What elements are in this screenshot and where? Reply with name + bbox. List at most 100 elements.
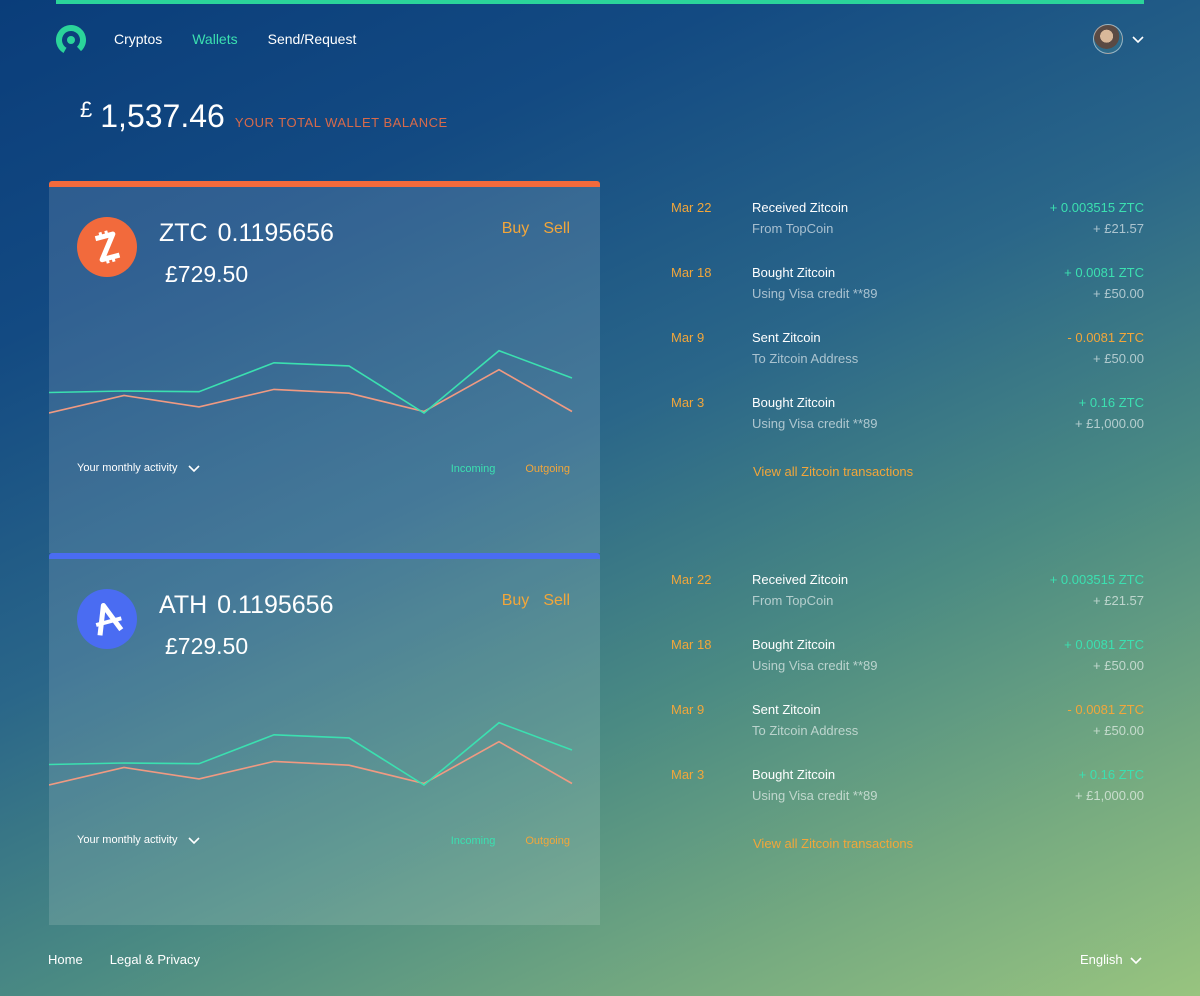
buy-button[interactable]: Buy — [502, 592, 530, 610]
tx-date: Mar 18 — [671, 265, 712, 280]
monthly-activity-dropdown[interactable]: Your monthly activity — [77, 461, 201, 475]
athcoin-icon — [77, 589, 137, 649]
zitcoin-icon — [77, 217, 137, 277]
top-accent-bar — [56, 0, 1144, 4]
wallet-ticker: ATH 0.1195656 — [159, 591, 333, 620]
tx-crypto-amount: + 0.0081 ZTC — [1064, 265, 1144, 280]
transaction-row[interactable]: Mar 18 Bought Zitcoin Using Visa credit … — [671, 636, 1144, 701]
tx-fiat-amount: + £50.00 — [1093, 351, 1144, 366]
tx-title: Received Zitcoin — [752, 200, 849, 215]
transaction-list: Mar 22 Received Zitcoin From TopCoin + 0… — [671, 199, 1144, 479]
tx-crypto-amount: + 0.16 ZTC — [1078, 767, 1144, 782]
user-menu[interactable] — [1093, 24, 1145, 54]
transaction-list: Mar 22 Received Zitcoin From TopCoin + 0… — [671, 571, 1144, 851]
balance-amount: 1,537.46 — [100, 98, 225, 134]
legend-incoming: Incoming — [450, 463, 496, 475]
activity-label: Your monthly activity — [77, 462, 178, 474]
tx-date: Mar 3 — [671, 767, 705, 782]
nav-cryptos[interactable]: Cryptos — [114, 31, 162, 47]
language-label: English — [1080, 952, 1123, 967]
tx-title: Sent Zitcoin — [752, 702, 821, 717]
transaction-row[interactable]: Mar 22 Received Zitcoin From TopCoin + 0… — [671, 571, 1144, 636]
wallet-card-ztc: ZTC 0.1195656 £729.50 Buy Sell Your month… — [49, 181, 600, 553]
tx-title: Bought Zitcoin — [752, 265, 836, 280]
transaction-row[interactable]: Mar 3 Bought Zitcoin Using Visa credit *… — [671, 394, 1144, 459]
chart-legend: Incoming Outgoing — [451, 835, 570, 847]
incoming-line — [49, 721, 573, 786]
wallet-symbol: ATH — [159, 591, 208, 619]
tx-fiat-amount: + £21.57 — [1093, 593, 1144, 608]
sell-button[interactable]: Sell — [543, 592, 570, 610]
avatar[interactable] — [1093, 24, 1123, 54]
main-nav: Cryptos Wallets Send/Request — [114, 31, 356, 47]
chevron-down-icon — [188, 465, 201, 473]
total-balance: £ 1,537.46 YOUR TOTAL WALLET BALANCE — [80, 97, 448, 135]
tx-subtitle: Using Visa credit **89 — [752, 658, 878, 673]
tx-crypto-amount: - 0.0081 ZTC — [1067, 702, 1144, 717]
wallet-card-ath: ATH 0.1195656 £729.50 Buy Sell Your month… — [49, 553, 600, 925]
nav-send-request[interactable]: Send/Request — [268, 31, 357, 47]
incoming-line — [49, 349, 573, 414]
tx-date: Mar 18 — [671, 637, 712, 652]
balance-currency: £ — [80, 97, 93, 122]
language-selector[interactable]: English — [1080, 952, 1143, 967]
tx-fiat-amount: + £21.57 — [1093, 221, 1144, 236]
legend-outgoing: Outgoing — [525, 463, 570, 475]
tx-crypto-amount: - 0.0081 ZTC — [1067, 330, 1144, 345]
transaction-row[interactable]: Mar 9 Sent Zitcoin To Zitcoin Address - … — [671, 701, 1144, 766]
footer-legal-link[interactable]: Legal & Privacy — [110, 952, 200, 967]
wallet-symbol: ZTC — [159, 219, 208, 247]
balance-label: YOUR TOTAL WALLET BALANCE — [234, 115, 448, 130]
footer-links: Home Legal & Privacy — [48, 952, 200, 967]
monthly-activity-dropdown[interactable]: Your monthly activity — [77, 833, 201, 847]
footer-home-link[interactable]: Home — [48, 952, 83, 967]
tx-date: Mar 3 — [671, 395, 705, 410]
tx-fiat-amount: + £50.00 — [1093, 286, 1144, 301]
wallet-ticker: ZTC 0.1195656 — [159, 219, 334, 248]
tx-crypto-amount: + 0.003515 ZTC — [1049, 572, 1144, 587]
tx-subtitle: From TopCoin — [752, 593, 834, 608]
tx-subtitle: From TopCoin — [752, 221, 834, 236]
tx-subtitle: Using Visa credit **89 — [752, 416, 878, 431]
tx-title: Bought Zitcoin — [752, 395, 836, 410]
transaction-row[interactable]: Mar 22 Received Zitcoin From TopCoin + 0… — [671, 199, 1144, 264]
tx-date: Mar 9 — [671, 330, 705, 345]
tx-subtitle: To Zitcoin Address — [752, 351, 859, 366]
transaction-row[interactable]: Mar 3 Bought Zitcoin Using Visa credit *… — [671, 766, 1144, 831]
tx-title: Received Zitcoin — [752, 572, 849, 587]
tx-crypto-amount: + 0.0081 ZTC — [1064, 637, 1144, 652]
wallet-actions: Buy Sell — [502, 592, 570, 610]
wallet-fiat-amount: £729.50 — [165, 261, 249, 287]
view-all-transactions-link[interactable]: View all Zitcoin transactions — [753, 836, 1144, 851]
transaction-row[interactable]: Mar 18 Bought Zitcoin Using Visa credit … — [671, 264, 1144, 329]
wallet-actions: Buy Sell — [502, 220, 570, 238]
tx-fiat-amount: + £50.00 — [1093, 723, 1144, 738]
sell-button[interactable]: Sell — [543, 220, 570, 238]
wallet-crypto-amount: 0.1195656 — [217, 591, 334, 619]
app-logo-icon[interactable] — [55, 24, 87, 56]
tx-subtitle: To Zitcoin Address — [752, 723, 859, 738]
nav-wallets[interactable]: Wallets — [192, 31, 237, 47]
tx-subtitle: Using Visa credit **89 — [752, 286, 878, 301]
buy-button[interactable]: Buy — [502, 220, 530, 238]
activity-chart — [49, 349, 573, 414]
tx-fiat-amount: + £1,000.00 — [1074, 416, 1144, 431]
activity-chart — [49, 721, 573, 786]
legend-incoming: Incoming — [450, 835, 496, 847]
tx-crypto-amount: + 0.16 ZTC — [1078, 395, 1144, 410]
chart-legend: Incoming Outgoing — [451, 463, 570, 475]
tx-fiat-amount: + £1,000.00 — [1074, 788, 1144, 803]
transaction-row[interactable]: Mar 9 Sent Zitcoin To Zitcoin Address - … — [671, 329, 1144, 394]
tx-title: Sent Zitcoin — [752, 330, 821, 345]
tx-crypto-amount: + 0.003515 ZTC — [1049, 200, 1144, 215]
chevron-down-icon — [1132, 36, 1144, 44]
chevron-down-icon — [188, 837, 201, 845]
tx-subtitle: Using Visa credit **89 — [752, 788, 878, 803]
tx-fiat-amount: + £50.00 — [1093, 658, 1144, 673]
tx-date: Mar 22 — [671, 200, 712, 215]
tx-title: Bought Zitcoin — [752, 637, 836, 652]
tx-title: Bought Zitcoin — [752, 767, 836, 782]
tx-date: Mar 22 — [671, 572, 712, 587]
view-all-transactions-link[interactable]: View all Zitcoin transactions — [753, 464, 1144, 479]
activity-label: Your monthly activity — [77, 834, 178, 846]
